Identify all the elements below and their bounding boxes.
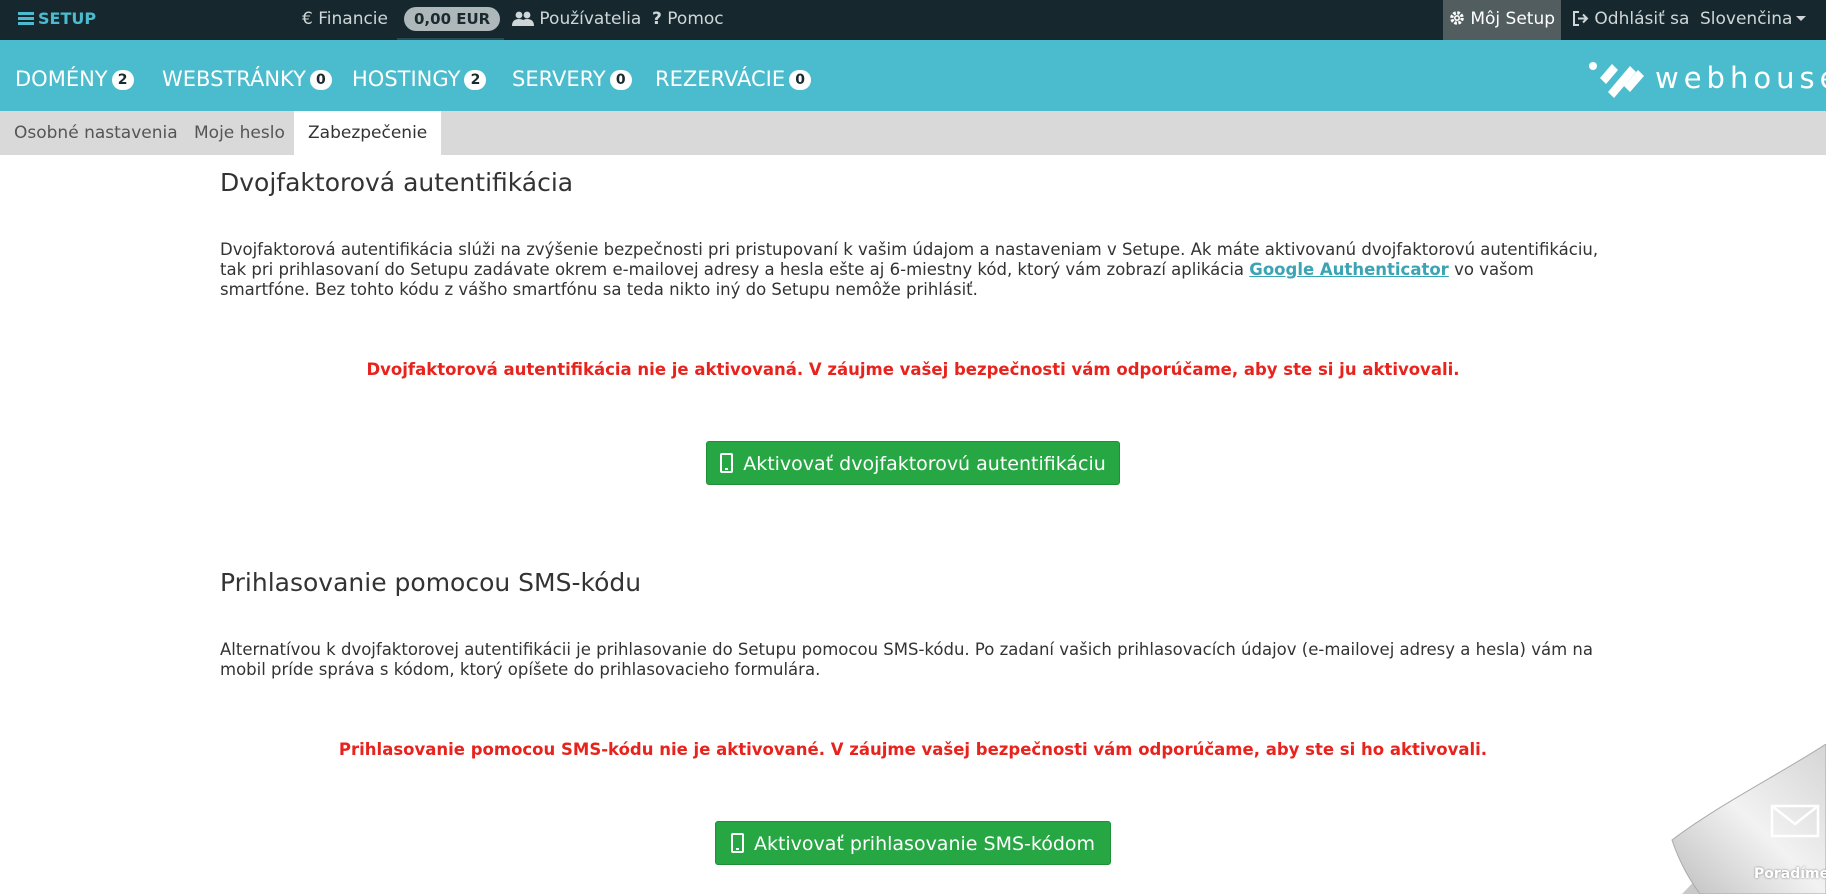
nav-hostings-count: 2 [464,70,487,90]
nav-servers-label: SERVERY [512,67,606,91]
server-icon [18,12,34,25]
tab-personal-settings[interactable]: Osobné nastavenia [0,111,192,155]
twofa-title: Dvojfaktorová autentifikácia [220,168,574,197]
sms-title: Prihlasovanie pomocou SMS-kódu [220,568,642,597]
sms-warning: Prihlasovanie pomocou SMS-kódu nie je ak… [338,740,1488,759]
gear-icon [1450,11,1464,25]
twofa-description: Dvojfaktorová autentifikácia slúži na zv… [220,240,1610,300]
twofa-warning: Dvojfaktorová autentifikácia nie je akti… [366,360,1460,379]
nav-hostings[interactable]: HOSTINGY 2 [352,40,487,111]
nav-domains[interactable]: DOMÉNY 2 [15,40,134,111]
tab-my-password[interactable]: Moje heslo [180,111,299,155]
main-nav: DOMÉNY 2 WEBSTRÁNKY 0 HOSTINGY 2 SERVERY 0 R… [0,40,1826,111]
nav-websites-count: 0 [309,70,332,90]
activate-twofa-label: Aktivovať dvojfaktorovú autentifikáciu [743,453,1106,475]
nav-servers[interactable]: SERVERY 0 [512,40,632,111]
mobile-icon [720,453,734,473]
sub-nav: Osobné nastavenia Moje heslo Zabezpečeni… [0,111,1826,155]
top-bar: SETUP € Financie 0,00 EUR Používatelia ?… [0,0,1826,40]
nav-websites[interactable]: WEBSTRÁNKY 0 [162,40,332,111]
finance-label: Financie [318,9,388,29]
users-icon [512,11,534,26]
activate-sms-button[interactable]: Aktivovať prihlasovanie SMS-kódom [715,821,1111,865]
my-setup-label: Môj Setup [1470,9,1556,29]
language-dropdown[interactable]: Slovenčina [1700,0,1807,40]
nav-websites-label: WEBSTRÁNKY [162,67,306,91]
users-label: Používatelia [539,9,642,29]
logout-label: Odhlásiť sa [1594,9,1690,29]
my-setup-link[interactable]: Môj Setup [1443,0,1561,40]
balance-badge[interactable]: 0,00 EUR [404,7,501,31]
euro-icon: € [302,9,313,29]
setup-brand-link[interactable]: SETUP [18,0,96,40]
nav-hostings-label: HOSTINGY [352,67,461,91]
nav-domains-count: 2 [111,70,134,90]
mobile-icon [730,833,744,853]
webhouse-logo-text: webhouse [1655,61,1826,95]
finance-link[interactable]: € Financie [302,0,388,40]
nav-servers-count: 0 [609,70,632,90]
activate-twofa-button[interactable]: Aktivovať dvojfaktorovú autentifikáciu [706,441,1120,485]
users-link[interactable]: Používatelia [512,0,641,40]
sms-description: Alternatívou k dvojfaktorovej autentifik… [220,640,1593,679]
tab-security[interactable]: Zabezpečenie [294,111,442,155]
nav-domains-label: DOMÉNY [15,67,108,91]
help-label: Pomoc [667,9,724,29]
google-authenticator-link[interactable]: Google Authenticator [1249,260,1449,279]
nav-reservations[interactable]: REZERVÁCIE 0 [655,40,812,111]
webhouse-logo-icon[interactable] [1586,58,1650,98]
nav-reservations-count: 0 [789,70,812,90]
help-link[interactable]: ? Pomoc [652,0,724,40]
sign-out-icon [1573,11,1589,26]
question-icon: ? [652,9,662,29]
activate-sms-label: Aktivovať prihlasovanie SMS-kódom [753,833,1096,855]
brand-label: SETUP [38,9,97,28]
contact-corner-label[interactable]: Poradíme? [1754,866,1826,882]
nav-reservations-label: REZERVÁCIE [655,67,786,91]
language-label: Slovenčina [1700,9,1793,29]
chevron-down-icon [1796,16,1807,21]
logout-link[interactable]: Odhlásiť sa [1572,0,1689,40]
